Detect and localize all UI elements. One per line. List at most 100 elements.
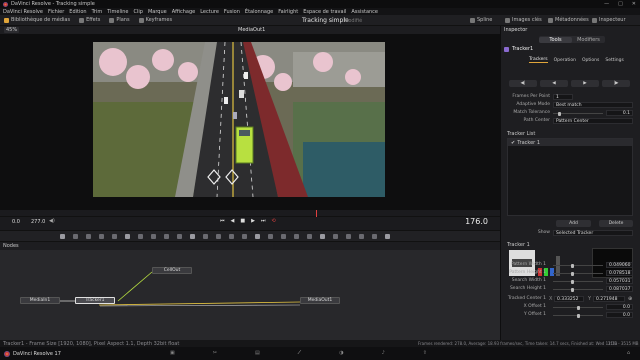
loop-icon[interactable]: ⟲	[271, 218, 275, 224]
node-mediain[interactable]: MediaIn1	[20, 297, 60, 304]
current-frame[interactable]: 176.0	[465, 217, 488, 226]
menu-item[interactable]: Étalonnage	[245, 9, 273, 15]
fusion-page-icon[interactable]: ⟋	[298, 350, 302, 356]
show-select[interactable]: Selected Tracker	[553, 230, 633, 236]
menu-item[interactable]: Clip	[134, 9, 143, 15]
effects-button[interactable]: Effets	[79, 17, 100, 23]
fusion-tool-icon[interactable]	[112, 233, 117, 239]
match-tolerance-slider[interactable]	[553, 111, 603, 116]
param-slider[interactable]	[553, 287, 603, 292]
stop-icon[interactable]: ■	[240, 218, 245, 224]
track-forward-button[interactable]: ▶	[571, 80, 599, 87]
menu-item[interactable]: Espace de travail	[303, 9, 346, 15]
x-offset-field[interactable]: 0.0	[606, 304, 633, 310]
fusion-tool-icon[interactable]	[359, 233, 364, 239]
metadata-button[interactable]: Métadonnées	[548, 17, 589, 23]
audio-icon[interactable]: ◀)	[49, 218, 55, 224]
menu-item[interactable]: Trim	[92, 9, 103, 15]
y-offset-slider[interactable]	[553, 313, 603, 318]
fusion-tool-icon[interactable]	[372, 233, 377, 239]
tracker-list[interactable]: ✔ Tracker 1	[507, 138, 633, 216]
node-mediaout[interactable]: MediaOut1	[300, 297, 340, 304]
track-reverse-button[interactable]: ◀|	[509, 80, 537, 87]
video-frame[interactable]	[93, 42, 385, 197]
menu-item[interactable]: Fairlight	[278, 9, 298, 15]
fusion-tool-icon[interactable]	[164, 233, 169, 239]
menu-item[interactable]: Marque	[148, 9, 167, 15]
fusion-tool-icon[interactable]	[333, 233, 338, 239]
subtab-operation[interactable]: Operation	[554, 58, 576, 63]
fusion-tool-icon[interactable]	[281, 233, 286, 239]
menu-item[interactable]: Fichier	[48, 9, 64, 15]
menu-item[interactable]: Assistance	[351, 9, 378, 15]
menu-item[interactable]: DaVinci Resolve	[3, 9, 43, 15]
go-to-end-icon[interactable]: ⏭	[261, 218, 266, 224]
play-icon[interactable]: ▶	[251, 218, 255, 224]
tracked-center-x-field[interactable]: 0.333252	[554, 296, 584, 302]
fusion-tool-icon[interactable]	[229, 233, 234, 239]
inspector-button[interactable]: Inspecteur	[592, 17, 626, 23]
tracker-list-item[interactable]: ✔ Tracker 1	[508, 139, 632, 146]
fusion-tool-icon[interactable]	[190, 233, 195, 239]
param-field[interactable]: 0.078518	[606, 270, 633, 276]
checkbox-icon[interactable]: ✔	[511, 140, 515, 146]
param-field[interactable]: 0.049060	[606, 262, 633, 268]
fusion-tool-icon[interactable]	[151, 233, 156, 239]
adaptive-mode-select[interactable]: Best match	[553, 102, 633, 108]
param-slider[interactable]	[553, 271, 603, 276]
close-icon[interactable]: ✕	[632, 1, 636, 7]
fusion-tool-icon[interactable]	[320, 233, 325, 239]
tab-tools[interactable]: Tools	[539, 36, 572, 43]
play-reverse-icon[interactable]: ◀	[231, 218, 235, 224]
minimize-icon[interactable]: —	[604, 1, 609, 7]
fusion-tool-icon[interactable]	[294, 233, 299, 239]
x-offset-slider[interactable]	[553, 305, 603, 310]
tracked-center-y-field[interactable]: 0.271948	[593, 296, 625, 302]
path-center-select[interactable]: Pattern Center	[553, 118, 633, 124]
clips-button[interactable]: Plans	[109, 17, 130, 23]
track-backward-button[interactable]: ◀	[540, 80, 568, 87]
fusion-tool-icon[interactable]	[268, 233, 273, 239]
fusion-tool-icon[interactable]	[73, 233, 78, 239]
edit-page-icon[interactable]: ▤	[255, 350, 260, 356]
fusion-tool-icon[interactable]	[60, 233, 65, 239]
playhead[interactable]	[316, 210, 317, 217]
menu-item[interactable]: Affichage	[172, 9, 196, 15]
deliver-page-icon[interactable]: ⇪	[423, 350, 427, 356]
fusion-tool-icon[interactable]	[385, 233, 390, 239]
menu-item[interactable]: Timeline	[107, 9, 128, 15]
fusion-tool-icon[interactable]	[307, 233, 312, 239]
param-slider[interactable]	[553, 279, 603, 284]
fusion-tool-icon[interactable]	[86, 233, 91, 239]
match-tolerance-field[interactable]: 0.1	[606, 110, 633, 116]
fusion-tool-icon[interactable]	[216, 233, 221, 239]
images-cles-button[interactable]: Images clés	[505, 17, 542, 23]
fusion-tool-icon[interactable]	[203, 233, 208, 239]
param-field[interactable]: 0.057031	[606, 278, 633, 284]
fusion-tool-icon[interactable]	[346, 233, 351, 239]
menu-item[interactable]: Edition	[69, 9, 86, 15]
subtab-settings[interactable]: Settings	[605, 58, 623, 63]
add-tracker-button[interactable]: Add	[556, 220, 591, 227]
fusion-tool-icon[interactable]	[242, 233, 247, 239]
delete-tracker-button[interactable]: Delete	[599, 220, 633, 227]
tab-modifiers[interactable]: Modifiers	[572, 37, 605, 43]
node-tracker[interactable]: Tracker1	[75, 297, 115, 304]
timeline-ruler[interactable]	[0, 210, 500, 217]
fusion-tool-icon[interactable]	[138, 233, 143, 239]
frame-in-field[interactable]: 0.0	[12, 219, 20, 225]
maximize-icon[interactable]: □	[618, 1, 623, 7]
media-library-button[interactable]: Bibliothèque de médias	[4, 17, 70, 23]
subtab-trackers[interactable]: Trackers	[529, 57, 548, 63]
node-cellout[interactable]: CellOut	[152, 267, 192, 274]
color-page-icon[interactable]: ◑	[339, 350, 343, 356]
fairlight-page-icon[interactable]: ♪	[382, 350, 385, 356]
menu-item[interactable]: Lecture	[200, 9, 219, 15]
fusion-tool-icon[interactable]	[177, 233, 182, 239]
home-icon[interactable]: ⌂	[627, 350, 630, 356]
spline-button[interactable]: Spline	[470, 17, 492, 23]
crosshair-icon[interactable]: ⊕	[628, 296, 632, 302]
media-page-icon[interactable]: ▣	[170, 350, 175, 356]
fusion-tool-icon[interactable]	[99, 233, 104, 239]
y-offset-field[interactable]: 0.0	[606, 312, 633, 318]
